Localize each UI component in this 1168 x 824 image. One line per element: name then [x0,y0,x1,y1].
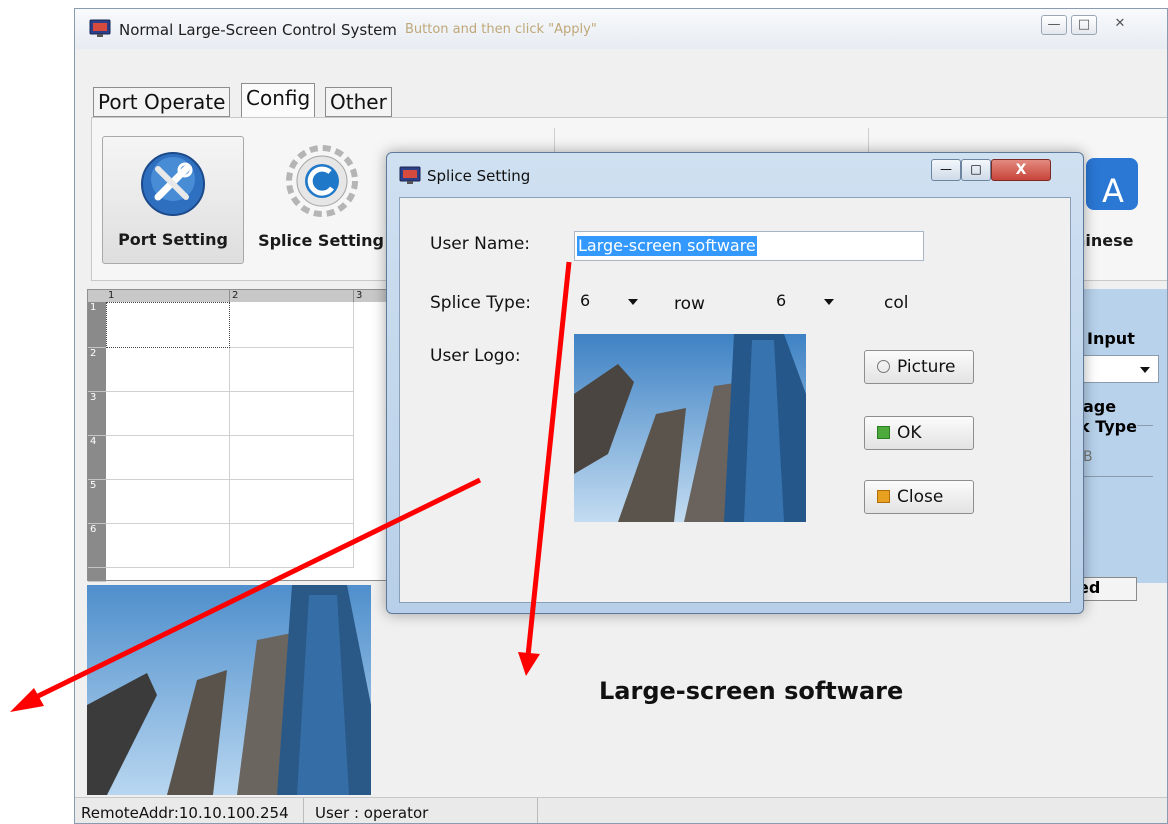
row-label: row [674,294,705,314]
app-title: Normal Large-Screen Control System [119,21,397,39]
rows-select[interactable]: 6 [580,291,590,310]
chevron-down-icon[interactable] [628,299,638,305]
screen-grid: 1 2 3 1 2 3 4 5 6 [87,289,428,582]
grid-cell[interactable] [106,392,230,436]
dialog-monitor-icon [399,166,421,184]
splice-setting-dialog: Splice Setting — □ X User Name: Large-sc… [386,152,1084,614]
grid-cell[interactable] [106,480,230,524]
grid-cell[interactable] [230,348,354,392]
grid-column-header: 1 [106,290,230,302]
skyscraper-photo [87,585,371,795]
user-name-label: User Name: [430,234,531,254]
grid-row-header: 5 [88,480,106,524]
arrow-head-icon [10,688,44,712]
dialog-close-button[interactable]: X [991,159,1051,181]
port-setting-label: Port Setting [118,230,228,249]
chinese-language-button[interactable]: A hinese [1074,136,1167,264]
status-remote-addr: RemoteAddr:10.10.100.254 [81,804,289,822]
close-button-label: Close [897,487,944,507]
grid-cell[interactable] [106,348,230,392]
grid-cell[interactable] [230,480,354,524]
grid-cell[interactable] [230,524,354,568]
close-button[interactable]: ✕ [1107,15,1133,35]
dialog-body: User Name: Large-screen software Splice … [399,197,1071,603]
language-icon: A [1086,158,1138,210]
grid-column-header: 2 [230,290,354,302]
dialog-maximize-button[interactable]: □ [961,159,991,181]
picture-icon [877,360,890,373]
svg-text:A: A [1102,172,1124,210]
user-logo-image [574,334,806,522]
picture-button-label: Picture [897,357,956,377]
type-label: k Type [1079,417,1137,436]
screen-preview-image [87,585,371,795]
input-select[interactable] [1079,355,1159,383]
input-label: Input [1087,329,1135,348]
grid-cell[interactable] [230,302,354,348]
grid-cell[interactable] [106,302,230,348]
type-value: B [1083,449,1093,465]
grid-row-header: 4 [88,436,106,480]
tab-port-operate[interactable]: Port Operate [93,87,231,117]
tab-config[interactable]: Config [241,83,316,118]
splice-setting-button[interactable]: Splice Setting [250,136,392,264]
grid-row-header: 3 [88,392,106,436]
grid-cell[interactable] [230,392,354,436]
grid-cell[interactable] [106,436,230,480]
status-divider [303,798,304,823]
chevron-down-icon [1140,367,1150,373]
close-dialog-button[interactable]: Close [864,480,974,514]
grid-row-header [88,568,106,582]
cols-select[interactable]: 6 [776,291,786,310]
dialog-title: Splice Setting [427,167,531,185]
splice-setting-label: Splice Setting [258,231,384,250]
main-title-bar: Normal Large-Screen Control System Butto… [75,9,1167,49]
status-bar: RemoteAddr:10.10.100.254 User : operator [75,797,1167,823]
splice-type-label: Splice Type: [430,293,532,313]
port-setting-button[interactable]: Port Setting [102,136,244,264]
chevron-down-icon[interactable] [824,299,834,305]
preview-caption: Large-screen software [599,677,904,705]
title-overlay-text: Button and then click "Apply" [405,22,597,37]
grid-row-header: 1 [88,302,106,348]
dialog-minimize-button[interactable]: — [931,159,961,181]
ok-icon [877,426,890,439]
app-monitor-icon [89,19,111,37]
user-logo-label: User Logo: [430,346,521,366]
status-user: User : operator [315,804,429,822]
grid-cell[interactable] [230,436,354,480]
splice-gear-icon [286,145,358,217]
minimize-button[interactable]: — [1041,15,1067,35]
grid-row-header: 2 [88,348,106,392]
grid-cell[interactable] [106,524,230,568]
close-icon [877,490,890,503]
grid-corner [88,290,106,302]
chinese-label: hinese [1074,231,1134,250]
tools-icon [141,152,205,216]
logo-skyscraper-photo [574,334,806,522]
maximize-button[interactable]: □ [1071,15,1097,35]
input-config-panel: Input age k Type B ed [1071,289,1167,601]
status-divider [537,798,538,823]
picture-button[interactable]: Picture [864,350,974,384]
grid-row-header: 6 [88,524,106,568]
ok-button[interactable]: OK [864,416,974,450]
tab-other[interactable]: Other [325,87,392,117]
col-label: col [884,293,909,313]
user-name-value: Large-screen software [577,236,757,256]
ok-button-label: OK [897,423,922,443]
image-label: age [1083,397,1117,416]
user-name-input[interactable]: Large-screen software [574,231,924,261]
